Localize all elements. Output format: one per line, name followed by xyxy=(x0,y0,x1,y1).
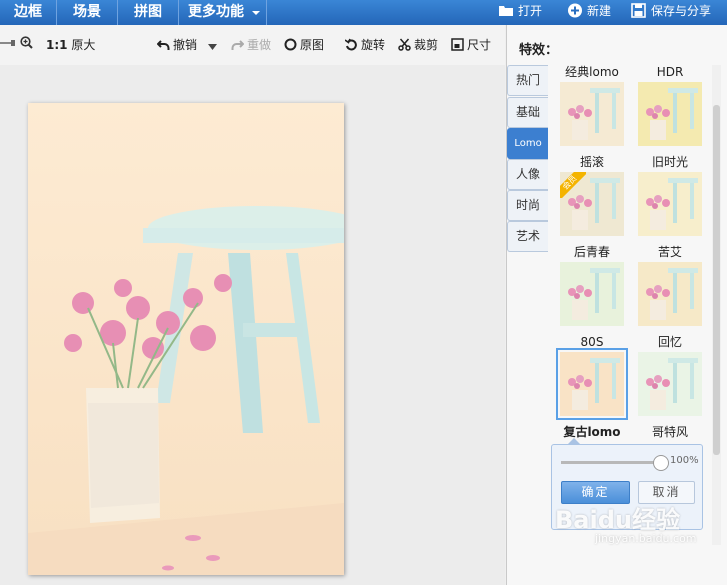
member-badge: 会员 xyxy=(560,172,586,198)
effect-item[interactable]: HDR xyxy=(631,65,709,146)
effect-item[interactable]: 80S xyxy=(553,335,631,420)
baidu-watermark-url: jingyan.baidu.com xyxy=(595,532,697,545)
effects-scrollbar[interactable] xyxy=(712,65,721,545)
undo-button[interactable]: 撤销 xyxy=(157,36,197,53)
tab-border[interactable]: 边框 xyxy=(0,0,57,25)
effect-item[interactable]: 后青春 xyxy=(553,245,631,326)
save-icon xyxy=(631,3,646,18)
new-label: 新建 xyxy=(587,4,612,18)
redo-label: 重做 xyxy=(247,38,272,52)
effect-name: 复古lomo xyxy=(563,425,621,439)
effect-item[interactable]: 旧时光 xyxy=(631,155,709,236)
tab-scene[interactable]: 场景 xyxy=(57,0,118,25)
intensity-slider-knob[interactable] xyxy=(653,455,669,471)
effect-item[interactable]: 回忆 xyxy=(631,335,709,416)
original-image-label: 原图 xyxy=(300,38,325,52)
resize-icon xyxy=(451,38,464,51)
effect-thumbnail[interactable] xyxy=(638,82,702,146)
undo-icon xyxy=(157,40,170,50)
save-share-label: 保存与分享 xyxy=(651,4,712,18)
thumbnail-image xyxy=(646,268,698,320)
effect-item[interactable]: 经典lomo xyxy=(553,65,631,146)
tab-fashion[interactable]: 时尚 xyxy=(507,190,548,221)
save-share-button[interactable]: 保存与分享 xyxy=(631,0,711,25)
thumbnail-image xyxy=(568,88,620,140)
effect-item[interactable]: 哥特风 xyxy=(631,425,709,440)
thumbnail-image xyxy=(568,358,620,410)
panel-title: 特效： xyxy=(519,43,559,58)
scissors-icon xyxy=(398,38,411,51)
undo-label: 撤销 xyxy=(173,38,198,52)
tab-portrait[interactable]: 人像 xyxy=(507,159,548,190)
effect-name: 后青春 xyxy=(573,245,610,259)
intensity-slider[interactable] xyxy=(561,461,656,464)
undo-history-dropdown[interactable] xyxy=(208,39,217,53)
crop-button[interactable]: 裁剪 xyxy=(398,36,438,53)
slider-line-icon xyxy=(0,40,15,46)
thumbnail-image xyxy=(568,268,620,320)
effect-thumbnail[interactable] xyxy=(556,348,628,420)
plus-circle-icon xyxy=(568,3,582,18)
effect-name: 哥特风 xyxy=(651,425,688,439)
open-button[interactable]: 打开 xyxy=(498,0,542,25)
rotate-icon xyxy=(345,38,357,51)
effect-name: 旧时光 xyxy=(651,155,688,169)
new-button[interactable]: 新建 xyxy=(567,0,611,25)
zoom-ratio-label: 1:1 xyxy=(46,38,68,52)
baidu-watermark: Baidu经验 xyxy=(555,506,680,534)
photo-canvas xyxy=(0,65,505,585)
effect-name: HDR xyxy=(656,65,684,79)
open-label: 打开 xyxy=(518,4,543,18)
effect-item[interactable]: 苦艾 xyxy=(631,245,709,326)
tab-collage[interactable]: 拼图 xyxy=(118,0,179,25)
actual-size-button[interactable]: 1:1 原大 xyxy=(46,36,95,53)
zoom-in-icon xyxy=(20,36,33,49)
zoom-slider-end[interactable] xyxy=(0,37,16,51)
effect-item[interactable]: 摇滚会员 xyxy=(553,155,631,236)
redo-icon xyxy=(231,40,244,50)
tab-basic[interactable]: 基础 xyxy=(507,97,548,128)
thumbnail-image xyxy=(646,358,698,410)
zoom-in-button[interactable] xyxy=(20,36,36,50)
effect-thumbnail[interactable] xyxy=(638,172,702,236)
effect-name: 回忆 xyxy=(657,335,682,349)
effect-name: 80S xyxy=(580,335,604,349)
effect-name: 苦艾 xyxy=(657,245,682,259)
tab-more-features[interactable]: 更多功能 xyxy=(179,0,267,25)
original-image-button[interactable]: 原图 xyxy=(284,36,324,53)
tab-art[interactable]: 艺术 xyxy=(507,221,548,252)
redo-button[interactable]: 重做 xyxy=(231,36,271,53)
rotate-label: 旋转 xyxy=(361,38,386,52)
folder-icon xyxy=(499,6,513,16)
edited-photo[interactable] xyxy=(28,103,344,575)
scrollbar-thumb[interactable] xyxy=(713,105,720,455)
effect-name: 经典lomo xyxy=(565,65,619,79)
effect-thumbnail[interactable] xyxy=(638,262,702,326)
circle-icon xyxy=(284,38,297,51)
original-size-label: 原大 xyxy=(71,38,96,52)
member-badge-label: 会员 xyxy=(560,172,586,198)
effect-thumbnail[interactable] xyxy=(560,262,624,326)
thumbnail-image xyxy=(646,178,698,230)
effect-item[interactable]: 复古lomo xyxy=(553,425,631,440)
effect-thumbnail[interactable] xyxy=(560,82,624,146)
effect-thumbnail[interactable] xyxy=(638,352,702,416)
effect-name: 摇滚 xyxy=(579,155,604,169)
effect-thumbnail[interactable]: 会员 xyxy=(560,172,624,236)
resize-button[interactable]: 尺寸 xyxy=(451,36,491,53)
resize-label: 尺寸 xyxy=(467,38,492,52)
tab-hot[interactable]: 热门 xyxy=(507,65,548,96)
top-nav-bar: 边框 场景 拼图 更多功能 打开 新建 保存与分享 xyxy=(0,0,727,25)
chevron-down-icon xyxy=(208,44,217,50)
rotate-button[interactable]: 旋转 xyxy=(345,36,385,53)
thumbnail-image xyxy=(646,88,698,140)
tab-lomo[interactable]: Lomo xyxy=(507,128,548,159)
crop-label: 裁剪 xyxy=(414,38,439,52)
intensity-value: 100% xyxy=(670,455,699,466)
edit-toolbar: 1:1 原大 撤销 重做 原图 旋转 裁剪 尺寸 xyxy=(0,25,505,65)
